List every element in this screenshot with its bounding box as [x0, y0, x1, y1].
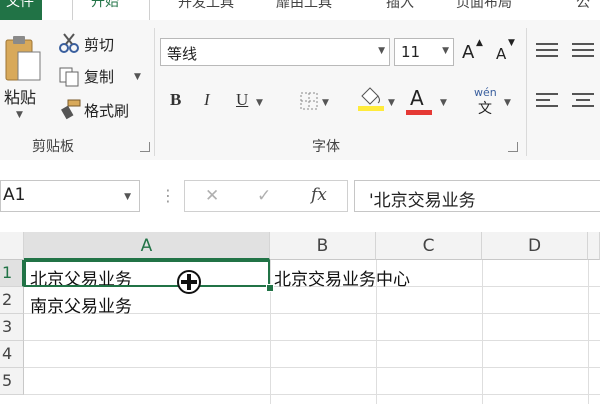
copy-dropdown-icon[interactable]: ▼	[134, 72, 141, 82]
format-painter-label[interactable]: 格式刷	[84, 100, 129, 121]
align-center-icon[interactable]	[572, 92, 594, 112]
column-header-a[interactable]: A	[24, 232, 270, 260]
font-name-select[interactable]: 等线 ▼	[160, 38, 390, 66]
tab-formulas[interactable]: 公	[576, 0, 590, 12]
border-dropdown-icon[interactable]: ▼	[322, 98, 329, 108]
fill-handle[interactable]	[266, 284, 274, 292]
row-header-5[interactable]: 5	[0, 368, 24, 395]
column-header-e[interactable]	[588, 232, 600, 260]
column-header-b[interactable]: B	[270, 232, 376, 260]
row-header-1[interactable]: 1	[0, 260, 24, 287]
border-icon[interactable]	[300, 92, 318, 114]
format-painter-icon[interactable]	[60, 98, 82, 124]
paste-label[interactable]: 粘贴	[4, 84, 36, 108]
name-box[interactable]: A1 ▼	[0, 180, 140, 212]
bold-button[interactable]: B	[170, 90, 181, 110]
enter-icon[interactable]: ✓	[257, 186, 271, 206]
worksheet-grid[interactable]: A B C D 1 2 3 4 5 北京父易业务 北京交易业务中心 南京父易业务	[0, 232, 600, 404]
chevron-down-icon: ▼	[378, 46, 385, 56]
column-header-c[interactable]: C	[376, 232, 482, 260]
formula-input[interactable]: '北京交易业务	[354, 180, 600, 212]
gridline	[270, 260, 271, 404]
gridline	[24, 367, 600, 368]
chevron-down-icon: ▼	[442, 46, 449, 56]
copy-label[interactable]: 复制	[84, 66, 114, 87]
tab-home[interactable]: 开始	[72, 0, 150, 20]
move-cursor-icon	[176, 269, 202, 295]
row-header-2[interactable]: 2	[0, 287, 24, 314]
fill-color-icon[interactable]	[358, 86, 384, 116]
decrease-arrow-icon: ▼	[508, 38, 515, 48]
paste-icon[interactable]	[4, 34, 42, 90]
formula-buttons: ✕ ✓ fx	[184, 180, 348, 212]
cancel-icon[interactable]: ✕	[205, 186, 219, 206]
tab-page-layout[interactable]: 页面布局	[456, 0, 512, 12]
row-header-3[interactable]: 3	[0, 314, 24, 341]
tab-tools[interactable]: 靡由工具	[276, 0, 332, 12]
font-size-select[interactable]: 11 ▼	[394, 38, 454, 66]
ribbon-tab-strip: 文件 开始 开发工具 靡由工具 插入 页面布局 公	[0, 0, 600, 21]
paste-dropdown-icon[interactable]: ▼	[16, 110, 23, 120]
name-box-value: A1	[3, 185, 26, 205]
copy-icon[interactable]	[58, 66, 80, 92]
formula-bar-grip-icon: ⋮	[160, 186, 176, 205]
font-dialog-launcher-icon[interactable]	[508, 142, 518, 152]
increase-arrow-icon: ▲	[476, 38, 483, 48]
cell-b1[interactable]: 北京交易业务中心	[274, 265, 410, 290]
select-all-corner[interactable]	[0, 232, 24, 260]
cut-icon[interactable]	[58, 32, 80, 58]
column-header-d[interactable]: D	[482, 232, 588, 260]
align-top-icon[interactable]	[536, 42, 558, 62]
underline-dropdown-icon[interactable]: ▼	[256, 98, 263, 108]
fill-color-dropdown-icon[interactable]: ▼	[388, 98, 395, 108]
gridline	[24, 394, 600, 395]
font-size-value: 11	[401, 43, 421, 61]
gridline	[588, 260, 589, 404]
clipboard-dialog-launcher-icon[interactable]	[140, 142, 150, 152]
phonetic-guide-button[interactable]: 文	[478, 98, 492, 118]
ribbon: 粘贴 ▼ 剪切 复制 ▼ 格式刷 剪贴板 等线 ▼ 11 ▼ A ▲ A ▼ B…	[0, 20, 600, 161]
group-separator	[526, 28, 527, 156]
chevron-down-icon: ▼	[124, 192, 131, 202]
align-middle-icon[interactable]	[572, 42, 594, 62]
phonetic-dropdown-icon[interactable]: ▼	[504, 98, 511, 108]
clipboard-group-label: 剪贴板	[32, 139, 74, 155]
align-left-icon[interactable]	[536, 92, 558, 112]
font-color-button[interactable]: A	[410, 86, 424, 110]
increase-font-size-button[interactable]: A	[462, 42, 474, 63]
tab-developer[interactable]: 开发工具	[178, 0, 234, 12]
font-group-label: 字体	[312, 139, 340, 155]
font-color-dropdown-icon[interactable]: ▼	[440, 98, 447, 108]
tab-insert[interactable]: 插入	[386, 0, 414, 12]
decrease-font-size-button[interactable]: A	[496, 45, 506, 63]
insert-function-button[interactable]: fx	[311, 185, 327, 205]
row-header-4[interactable]: 4	[0, 341, 24, 368]
italic-button[interactable]: I	[204, 90, 210, 110]
cell-a2[interactable]: 南京父易业务	[30, 292, 132, 317]
underline-button[interactable]: U	[236, 90, 248, 110]
active-cell-border	[24, 260, 270, 287]
formula-value: '北京交易业务	[369, 191, 476, 211]
group-separator	[154, 28, 155, 156]
font-name-value: 等线	[167, 45, 198, 63]
gridline	[24, 340, 600, 341]
tab-file[interactable]: 文件	[0, 0, 42, 20]
font-color-bar	[406, 110, 432, 115]
gridline	[482, 260, 483, 404]
cut-label[interactable]: 剪切	[84, 34, 114, 55]
